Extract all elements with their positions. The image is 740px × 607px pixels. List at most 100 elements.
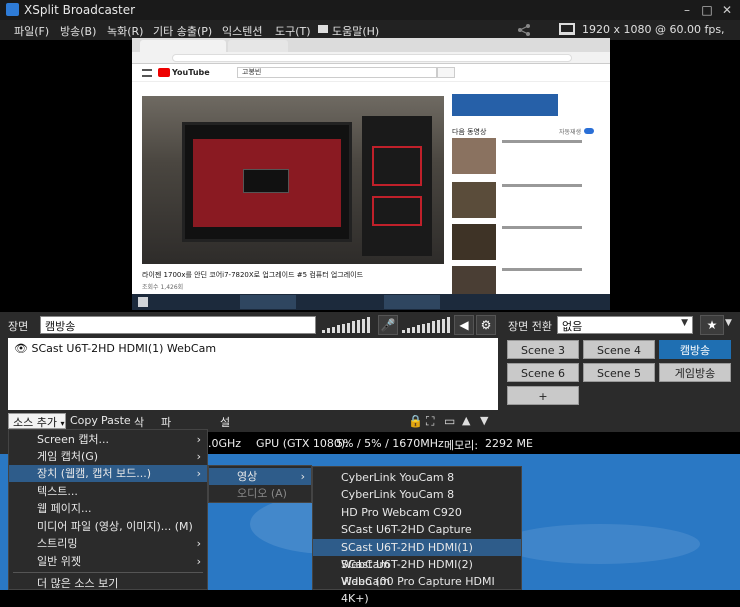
menu-item-video-device[interactable]: CyberLink YouCam 8: [313, 486, 521, 503]
gpu-value: 5% / 5% / 1670MHz: [336, 437, 444, 450]
menu-item-video-device-selected[interactable]: SCast U6T-2HD HDMI(1) WebCam: [313, 539, 521, 571]
menu-item-video[interactable]: 영상 ›: [209, 468, 311, 485]
menu-item-screen-capture[interactable]: Screen 캡처... ›: [9, 431, 207, 448]
preview-screen: YouTube 고봉빈 라이젠 1700x를 안딘 코어i7-7820X로 업그…: [132, 38, 610, 310]
windows-taskbar: [132, 294, 610, 310]
menu-extensions[interactable]: 익스텐션: [222, 23, 262, 39]
maximize-icon[interactable]: □: [700, 3, 714, 17]
chevron-right-icon: ›: [196, 450, 201, 463]
copy-button[interactable]: Copy: [70, 414, 98, 427]
status-bar: .0GHz GPU (GTX 1080): 5% / 5% / 1670MHz …: [200, 432, 740, 454]
menu-record[interactable]: 녹화(R): [107, 23, 143, 39]
up-next-label: 다음 동영상: [452, 128, 487, 136]
video-device-submenu: CyberLink YouCam 8 CyberLink YouCam 8 HD…: [312, 466, 522, 605]
autoplay-label: 자동재생: [559, 129, 582, 136]
microphone-icon[interactable]: 🎤: [378, 315, 398, 335]
browser-tabs: [132, 38, 610, 52]
menu-item-video-device[interactable]: Video (00 Pro Capture HDMI 4K+): [313, 573, 521, 605]
chevron-down-icon: ▼: [681, 318, 688, 328]
add-source-menu: Screen 캡처... › 게임 캡처(G) › 장치 (웹캠, 캡처 보드...…: [8, 429, 208, 590]
window-title: XSplit Broadcaster: [24, 3, 136, 17]
yt-search-input: 고봉빈: [237, 67, 437, 78]
mic-volume-meter[interactable]: [322, 317, 374, 333]
chevron-right-icon: ›: [196, 555, 201, 568]
scene-button-5[interactable]: Scene 5: [583, 363, 655, 382]
scene-button-6[interactable]: Scene 6: [507, 363, 579, 382]
chevron-right-icon: ›: [196, 537, 201, 550]
chevron-down-icon: ▾: [60, 419, 65, 428]
transition-value: 없음: [562, 320, 583, 333]
preview-icon[interactable]: ▭: [444, 414, 455, 428]
menu-item-video-device[interactable]: CyberLink YouCam 8: [313, 469, 521, 486]
scene-label: 장면: [8, 320, 29, 333]
minimize-icon[interactable]: –: [680, 3, 694, 17]
menu-divider: [13, 572, 203, 573]
speaker-icon[interactable]: ◀: [454, 315, 474, 335]
youtube-header: YouTube 고봉빈: [132, 64, 610, 82]
menu-item-web-page[interactable]: 웹 페이지...: [9, 500, 207, 517]
video-title: 라이젠 1700x를 안딘 코어i7-7820X로 업그레이드 #5 컴퓨터 업…: [142, 271, 364, 279]
menu-item-video-device[interactable]: SCast U6T-2HD HDMI(2) WebCam: [313, 556, 521, 588]
transition-select[interactable]: 없음 ▼: [557, 316, 693, 334]
transition-add-icon[interactable]: ★: [700, 315, 724, 335]
close-icon[interactable]: ✕: [720, 3, 734, 17]
scene-button-3[interactable]: Scene 3: [507, 340, 579, 359]
scene-name-input[interactable]: 캠방송: [40, 316, 316, 334]
autoplay-toggle: [584, 128, 594, 134]
menu-item-video-device[interactable]: SCast U6T-2HD Capture: [313, 521, 521, 538]
preview-area: YouTube 고봉빈 라이젠 1700x를 안딘 코어i7-7820X로 업그…: [0, 38, 740, 312]
menu-bar: 파일(F) 방송(B) 녹화(R) 기타 송출(P) 익스텐션 도구(T) 도움…: [0, 20, 740, 49]
scene-button-4[interactable]: Scene 4: [583, 340, 655, 359]
share-icon[interactable]: [517, 23, 531, 37]
menu-help[interactable]: 도움말(H): [332, 23, 379, 39]
menu-item-more-sources[interactable]: 더 많은 소스 보기: [9, 575, 207, 592]
menu-item-game-capture[interactable]: 게임 캡처(G) ›: [9, 448, 207, 465]
menu-other-output[interactable]: 기타 송출(P): [153, 23, 212, 39]
menu-item-streaming[interactable]: 스트리밍 ›: [9, 535, 207, 552]
menu-file[interactable]: 파일(F): [14, 23, 49, 39]
menu-item-video-device[interactable]: HD Pro Webcam C920: [313, 504, 521, 521]
menu-broadcast[interactable]: 방송(B): [60, 23, 96, 39]
settings-gear-icon[interactable]: ⚙: [476, 315, 496, 335]
speaker-volume-meter[interactable]: [402, 317, 454, 333]
move-up-icon[interactable]: ▲: [462, 414, 470, 427]
gpu-label: GPU (GTX 1080):: [256, 437, 349, 450]
device-submenu: 영상 › 오디오 (A): [208, 465, 312, 503]
help-icon: [318, 25, 328, 33]
menu-item-widgets[interactable]: 일반 위젯 ›: [9, 553, 207, 570]
chevron-right-icon: ›: [196, 433, 201, 446]
fit-icon[interactable]: ⛶: [426, 414, 434, 429]
monitor-icon: [559, 23, 575, 35]
youtube-logo-icon: [158, 68, 170, 77]
source-item[interactable]: 👁 SCast U6T-2HD HDMI(1) WebCam: [14, 342, 216, 355]
sources-list: 👁 SCast U6T-2HD HDMI(1) WebCam: [8, 338, 498, 410]
eye-icon[interactable]: 👁: [14, 342, 28, 355]
menu-tools[interactable]: 도구(T): [275, 23, 311, 39]
memory-value: 2292 ME: [485, 437, 533, 450]
title-bar: XSplit Broadcaster – □ ✕: [0, 0, 740, 20]
add-scene-button[interactable]: +: [507, 386, 579, 405]
chevron-right-icon: ›: [196, 467, 201, 480]
paste-button[interactable]: Paste: [101, 414, 131, 427]
lock-icon[interactable]: 🔒: [408, 414, 423, 428]
memory-label: 메모리:: [444, 439, 479, 452]
cpu-stat: .0GHz: [208, 437, 242, 450]
menu-item-text[interactable]: 텍스트...: [9, 483, 207, 500]
menu-item-media-file[interactable]: 미디어 파일 (영상, 이미지)... (M): [9, 518, 207, 535]
transition-dropdown-icon[interactable]: ▼: [725, 318, 732, 328]
video-views: 조회수 1,426회: [142, 284, 184, 291]
transition-label: 장면 전환: [508, 320, 552, 333]
monitor-image: [182, 122, 352, 242]
chevron-right-icon: ›: [300, 470, 305, 483]
menu-item-devices[interactable]: 장치 (웹캠, 캡처 보드...) ›: [9, 465, 207, 482]
menu-item-audio[interactable]: 오디오 (A): [209, 485, 311, 502]
browser-address-bar: [132, 52, 610, 64]
scene-button-cam[interactable]: 캠방송: [659, 340, 731, 359]
video-player: [142, 96, 444, 264]
scene-button-game[interactable]: 게임방송: [659, 363, 731, 382]
move-down-icon[interactable]: ▼: [480, 414, 488, 427]
source-item-name: SCast U6T-2HD HDMI(1) WebCam: [31, 342, 217, 355]
app-logo-icon: [6, 3, 19, 16]
pc-case-image: [362, 116, 432, 256]
add-source-button[interactable]: 소스 추가 ▾: [8, 413, 66, 429]
